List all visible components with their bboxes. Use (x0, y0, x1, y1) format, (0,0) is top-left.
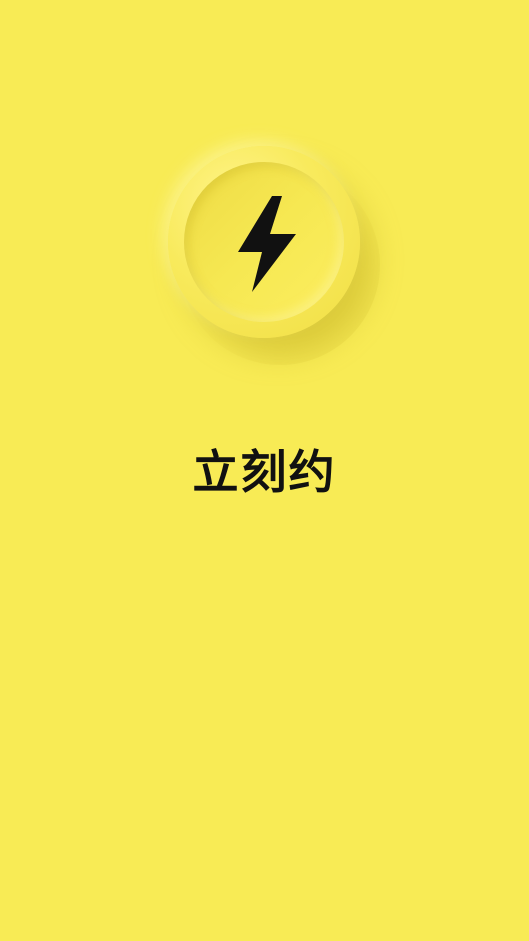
lightning-bolt-icon (238, 196, 296, 292)
app-logo (168, 146, 360, 338)
app-name: 立刻约 (192, 445, 337, 499)
splash-screen: 立刻约 (0, 0, 529, 941)
app-logo-inner (184, 162, 344, 322)
